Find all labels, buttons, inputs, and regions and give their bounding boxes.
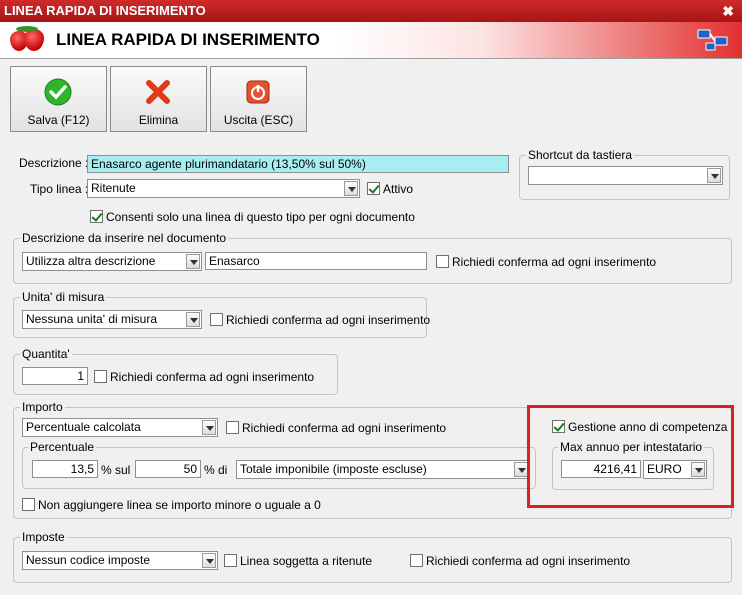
chevron-down-icon[interactable] [344, 181, 358, 196]
importo-value: Percentuale calcolata [26, 420, 141, 434]
unita-conferma-checkbox[interactable] [210, 313, 223, 326]
chevron-down-icon[interactable] [202, 553, 216, 568]
tipo-linea-value: Ritenute [91, 181, 136, 195]
perc-base-value: Totale imponibile (imposte escluse) [240, 462, 427, 476]
tipo-linea-select[interactable]: Ritenute [87, 179, 360, 198]
descrizione-doc-conferma-label: Richiedi conferma ad ogni inserimento [452, 255, 657, 269]
consenti-checkbox[interactable] [90, 210, 103, 223]
delete-button-label: Elimina [138, 113, 179, 127]
delete-button[interactable]: Elimina [110, 66, 207, 132]
exit-button[interactable]: Uscita (ESC) [210, 66, 307, 132]
unita-value: Nessuna unita' di misura [26, 312, 158, 326]
perc-di-label: % di [204, 463, 228, 477]
window-title: LINEA RAPIDA DI INSERIMENTO [4, 3, 206, 18]
descrizione-doc-legend: Descrizione da inserire nel documento [20, 231, 229, 245]
descrizione-doc-input[interactable]: Enasarco [205, 252, 427, 270]
checkmark-icon [44, 78, 72, 106]
descrizione-label: Descrizione : [19, 156, 89, 170]
header-banner: LINEA RAPIDA DI INSERIMENTO [0, 22, 742, 59]
attivo-label: Attivo [383, 182, 414, 196]
unita-legend: Unita' di misura [20, 290, 107, 304]
quantita-input[interactable]: 1 [22, 367, 88, 385]
descrizione-doc-conferma-checkbox[interactable] [436, 255, 449, 268]
percentuale-legend: Percentuale [28, 440, 97, 454]
importo-conferma-label: Richiedi conferma ad ogni inserimento [242, 421, 447, 435]
descrizione-doc-select[interactable]: Utilizza altra descrizione [22, 252, 202, 271]
chevron-down-icon[interactable] [514, 462, 528, 477]
ritenute-checkbox[interactable] [224, 554, 237, 567]
imposte-select[interactable]: Nessun codice imposte [22, 551, 218, 570]
perc-sul-label: % sul [101, 463, 131, 477]
non-aggiungere-label: Non aggiungere linea se importo minore o… [38, 498, 321, 512]
importo-legend: Importo [20, 400, 65, 414]
page-title: LINEA RAPIDA DI INSERIMENTO [56, 30, 320, 49]
quantita-conferma-checkbox[interactable] [94, 370, 107, 383]
ritenute-label: Linea soggetta a ritenute [240, 554, 373, 568]
non-aggiungere-checkbox[interactable] [22, 498, 35, 511]
power-icon [246, 80, 270, 104]
consenti-label: Consenti solo una linea di questo tipo p… [106, 210, 415, 224]
importo-select[interactable]: Percentuale calcolata [22, 418, 218, 437]
unita-select[interactable]: Nessuna unita' di misura [22, 310, 202, 329]
imposte-legend: Imposte [20, 530, 67, 544]
unita-conferma-label: Richiedi conferma ad ogni inserimento [226, 313, 431, 327]
chevron-down-icon[interactable] [707, 168, 721, 183]
importo-conferma-checkbox[interactable] [226, 421, 239, 434]
quantita-conferma-label: Richiedi conferma ad ogni inserimento [110, 370, 315, 384]
descrizione-doc-value: Utilizza altra descrizione [26, 254, 156, 268]
window-titlebar: LINEA RAPIDA DI INSERIMENTO ✖ [0, 0, 742, 22]
close-icon[interactable]: ✖ [722, 0, 734, 22]
imposte-conferma-checkbox[interactable] [410, 554, 423, 567]
chevron-down-icon[interactable] [186, 312, 200, 327]
chevron-down-icon[interactable] [202, 420, 216, 435]
shortcut-select[interactable] [528, 166, 723, 185]
shortcut-legend: Shortcut da tastiera [526, 148, 635, 162]
highlight-box [527, 405, 734, 508]
quantita-legend: Quantita' [20, 347, 72, 361]
attivo-checkbox[interactable] [367, 182, 380, 195]
exit-button-label: Uscita (ESC) [223, 113, 294, 127]
red-x-icon [146, 80, 170, 104]
save-button-label: Salva (F12) [27, 113, 90, 127]
tipo-linea-label: Tipo linea : [30, 182, 89, 196]
perc-base-select[interactable]: Totale imponibile (imposte escluse) [236, 460, 530, 479]
percentuale-input[interactable]: 13,5 [32, 460, 98, 478]
network-icon [697, 29, 728, 51]
chevron-down-icon[interactable] [186, 254, 200, 269]
imposte-value: Nessun codice imposte [26, 553, 151, 567]
perc-sul-input[interactable]: 50 [135, 460, 201, 478]
save-button[interactable]: Salva (F12) [10, 66, 107, 132]
imposte-conferma-label: Richiedi conferma ad ogni inserimento [426, 554, 631, 568]
descrizione-input[interactable]: Enasarco agente plurimandatario (13,50% … [87, 155, 509, 173]
